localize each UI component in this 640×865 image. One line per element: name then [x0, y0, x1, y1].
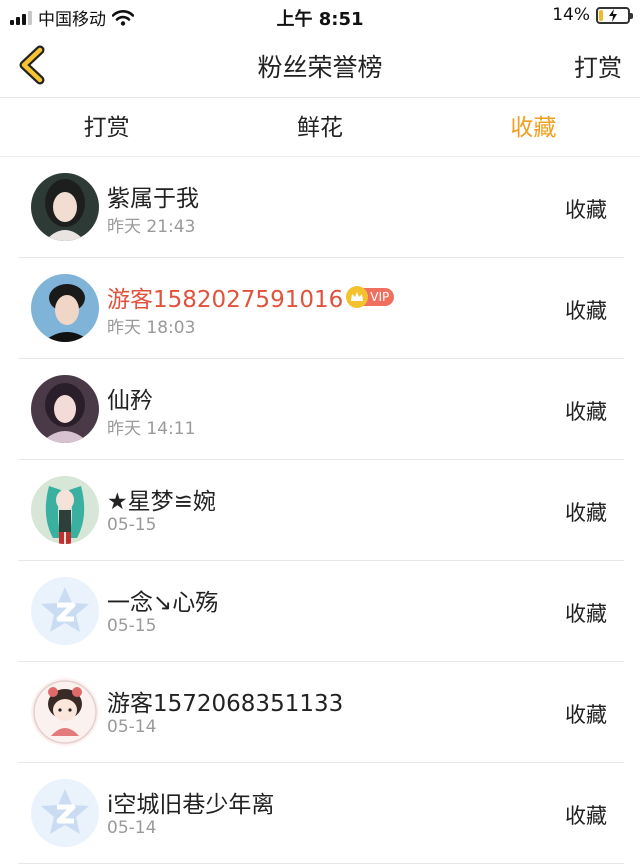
- action-label: 收藏: [565, 703, 607, 727]
- list-item[interactable]: 一念↘心殇 05-15 收藏: [0, 561, 640, 662]
- page-title: 粉丝荣誉榜: [257, 53, 383, 82]
- timestamp: 昨天 18:03: [107, 318, 196, 338]
- list-item[interactable]: 游客1582027591016 VIP 昨天 18:03 收藏: [0, 258, 640, 359]
- divider: [18, 863, 624, 864]
- timestamp: 昨天 14:11: [107, 419, 196, 439]
- status-time: 上午 8:51: [276, 9, 364, 30]
- avatar[interactable]: [31, 678, 99, 746]
- nav-header: 粉丝荣誉榜 打赏: [0, 34, 640, 98]
- default-avatar-icon[interactable]: [31, 577, 99, 645]
- crown-icon: [346, 286, 369, 308]
- avatar[interactable]: [31, 375, 99, 443]
- fan-list: 紫属于我 昨天 21:43 收藏 游客1582027591016 VIP 昨天 …: [0, 157, 640, 864]
- timestamp: 05-14: [107, 818, 157, 838]
- list-item[interactable]: i空城旧巷少年离 05-14 收藏: [0, 763, 640, 864]
- name-line: 一念↘心殇: [107, 583, 218, 617]
- timestamp: 05-15: [107, 616, 157, 636]
- user-name: 游客1572068351133: [107, 691, 344, 717]
- list-item[interactable]: 游客1572068351133 05-14 收藏: [0, 662, 640, 763]
- user-name: ★星梦≌婉: [107, 489, 216, 515]
- name-line: i空城旧巷少年离: [107, 785, 274, 819]
- tab-bar: 打赏 鲜花 收藏: [0, 99, 640, 157]
- status-bar: 中国移动 上午 8:51 14%: [0, 0, 640, 34]
- reward-button[interactable]: 打赏: [574, 48, 622, 83]
- tab-favorites[interactable]: 收藏: [427, 99, 640, 156]
- user-name: i空城旧巷少年离: [107, 792, 275, 818]
- name-line: 游客1572068351133: [107, 684, 343, 718]
- battery-fill: [599, 9, 603, 21]
- battery-icon: [596, 6, 633, 24]
- name-line: 游客1582027591016 VIP: [107, 280, 395, 314]
- user-name: 紫属于我: [107, 186, 199, 212]
- timestamp: 05-14: [107, 717, 157, 737]
- list-item[interactable]: ★星梦≌婉 05-15 收藏: [0, 460, 640, 561]
- action-label: 收藏: [565, 299, 607, 323]
- status-right: 14%: [552, 5, 633, 25]
- battery-percent: 14%: [552, 5, 590, 25]
- name-line: ★星梦≌婉: [107, 482, 216, 516]
- user-name: 仙矜: [107, 388, 153, 414]
- avatar[interactable]: [31, 173, 99, 241]
- action-label: 收藏: [565, 198, 607, 222]
- action-label: 收藏: [565, 501, 607, 525]
- list-item[interactable]: 仙矜 昨天 14:11 收藏: [0, 359, 640, 460]
- action-label: 收藏: [565, 400, 607, 424]
- vip-badge: VIP: [346, 286, 395, 308]
- action-label: 收藏: [565, 602, 607, 626]
- timestamp: 05-15: [107, 515, 157, 535]
- avatar[interactable]: [31, 274, 99, 342]
- user-name: 一念↘心殇: [107, 590, 219, 616]
- name-line: 仙矜: [107, 381, 153, 415]
- action-label: 收藏: [565, 804, 607, 828]
- tab-flowers[interactable]: 鲜花: [213, 99, 426, 156]
- timestamp: 昨天 21:43: [107, 217, 196, 237]
- tab-reward[interactable]: 打赏: [0, 99, 213, 156]
- default-avatar-icon[interactable]: [31, 779, 99, 847]
- list-item[interactable]: 紫属于我 昨天 21:43 收藏: [0, 157, 640, 258]
- user-name: 游客1582027591016: [107, 287, 344, 313]
- avatar[interactable]: [31, 476, 99, 544]
- name-line: 紫属于我: [107, 179, 199, 213]
